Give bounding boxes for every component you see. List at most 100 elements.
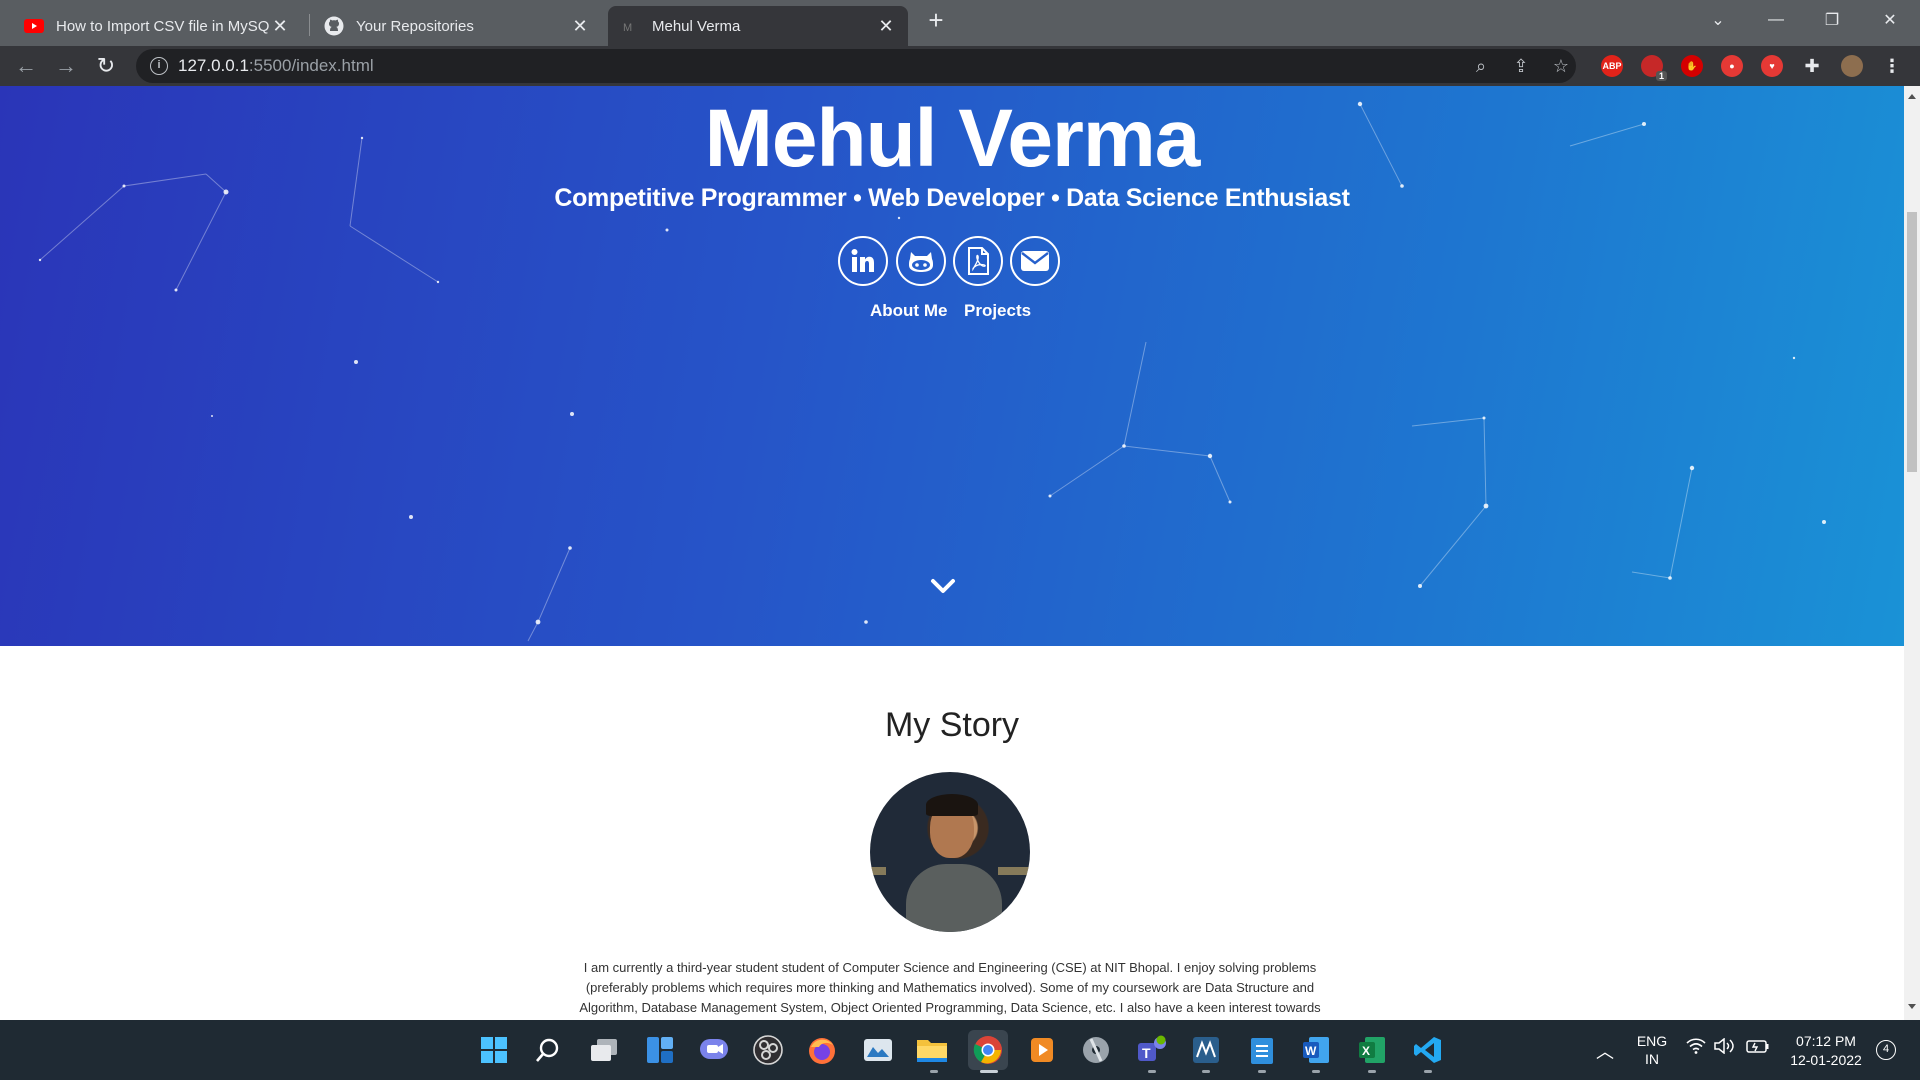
excel-icon[interactable]: X [1352,1030,1392,1070]
tab-title: How to Import CSV file in MySQL [56,17,270,35]
minimize-button[interactable]: — [1748,0,1804,40]
resume-button[interactable] [953,236,1003,286]
language-code: ENG [1636,1033,1668,1049]
youtube-heart-icon[interactable]: ♥ [1761,55,1783,77]
word-icon[interactable]: W [1296,1030,1336,1070]
region-code: IN [1645,1051,1659,1067]
svg-text:X: X [1362,1044,1370,1058]
tab-youtube[interactable]: How to Import CSV file in MySQL ✕ [12,6,302,46]
browser-toolbar: ← → ↻ i 127.0.0.1:5500/index.html ⌕ ⇪ ☆ … [0,46,1920,86]
firefox-icon[interactable] [802,1030,842,1070]
tab-title: Your Repositories [356,17,474,35]
clock[interactable]: 07:12 PM 12-01-2022 [1780,1032,1872,1070]
close-icon[interactable]: ✕ [270,16,290,36]
new-tab-button[interactable]: + [922,6,950,34]
adblock-icon[interactable]: 1 [1641,55,1667,81]
menu-kebab-icon[interactable]: ⋮ [1881,55,1903,77]
tab-search-icon[interactable]: ⌄ [1690,0,1746,40]
about-me-link[interactable]: About Me [870,301,947,321]
wifi-icon[interactable] [1686,1038,1706,1057]
clock-time: 07:12 PM [1796,1033,1856,1049]
email-icon [1021,251,1049,271]
page-icon: M [620,16,640,36]
restore-button[interactable]: ❐ [1804,0,1860,40]
scrollbar-thumb[interactable] [1907,212,1917,472]
teams-chat-icon[interactable] [694,1030,734,1070]
start-windows-icon[interactable] [474,1030,514,1070]
extensions-puzzle-icon[interactable]: ✚ [1801,55,1823,77]
photos-icon[interactable] [858,1030,898,1070]
disc-app-icon[interactable] [1076,1030,1116,1070]
obs-icon[interactable] [748,1030,788,1070]
address-bar[interactable]: i 127.0.0.1:5500/index.html ⌕ ⇪ ☆ [136,49,1576,83]
mysql-workbench-icon[interactable] [1186,1030,1226,1070]
running-indicator [980,1070,998,1073]
bookmark-star-icon[interactable]: ☆ [1550,55,1572,77]
scroll-up-arrow-icon[interactable] [1908,94,1916,99]
extension-badge: 1 [1655,71,1667,81]
hero-name: Mehul Verma [704,93,1201,184]
windows-taskbar: T W X ︿ ENG IN 07:12 PM 12-01-2022 4 [0,1020,1920,1080]
scroll-down-arrow-icon[interactable] [1908,1004,1916,1009]
projects-link[interactable]: Projects [964,301,1031,321]
profile-photo [870,772,1030,932]
battery-icon[interactable] [1746,1038,1770,1057]
svg-text:M: M [623,22,632,34]
clock-date: 12-01-2022 [1790,1052,1862,1068]
story-text: I am currently a third-year student stud… [579,960,1321,1015]
profile-avatar[interactable] [1841,55,1863,77]
email-button[interactable] [1010,236,1060,286]
notification-badge[interactable]: 4 [1876,1040,1896,1060]
running-indicator [1368,1070,1376,1073]
running-indicator [1424,1070,1432,1073]
adblock-plus-icon[interactable]: ABP [1601,55,1623,77]
url-text[interactable]: 127.0.0.1:5500/index.html [178,56,374,76]
back-button[interactable]: ← [10,50,42,82]
page-scrollbar[interactable] [1904,86,1920,1020]
running-indicator [1312,1070,1320,1073]
zoom-icon[interactable]: ⌕ [1470,55,1492,77]
widgets-icon[interactable] [640,1030,680,1070]
language-indicator[interactable]: ENG IN [1630,1032,1674,1068]
search-icon[interactable] [528,1030,568,1070]
chrome-icon[interactable] [968,1030,1008,1070]
tab-title: Mehul Verma [652,17,741,35]
running-indicator [930,1070,938,1073]
teams-icon[interactable]: T [1132,1030,1172,1070]
tab-mehul-verma[interactable]: M Mehul Verma ✕ [608,6,908,46]
browser-tab-bar: How to Import CSV file in MySQL ✕ Your R… [0,0,1920,46]
forward-button[interactable]: → [50,50,82,82]
scroll-down-chevron-icon[interactable] [928,576,958,596]
vscode-icon[interactable] [1408,1030,1448,1070]
hand-blocker-icon[interactable]: ✋ [1681,55,1703,77]
github-icon [324,16,344,36]
close-icon[interactable]: ✕ [876,16,896,36]
close-icon[interactable]: ✕ [570,16,590,36]
tab-github[interactable]: Your Repositories ✕ [312,6,602,46]
site-info-icon[interactable]: i [150,57,168,75]
running-indicator [1258,1070,1266,1073]
record-icon[interactable]: ● [1721,55,1743,77]
volume-icon[interactable] [1714,1037,1736,1057]
share-icon[interactable]: ⇪ [1510,55,1532,77]
github-icon [909,252,933,272]
svg-text:W: W [1305,1044,1317,1058]
reload-button[interactable]: ↻ [90,50,122,82]
tab-divider [309,14,310,36]
close-window-button[interactable]: ✕ [1862,0,1918,40]
media-player-icon[interactable] [1022,1030,1062,1070]
page-viewport: Mehul Verma Competitive Programmer • Web… [0,86,1904,1020]
task-view-icon[interactable] [584,1030,624,1070]
hero-subtitle: Competitive Programmer • Web Developer •… [554,184,1350,212]
notepad-icon[interactable] [1242,1030,1282,1070]
svg-text:T: T [1142,1045,1151,1061]
pdf-resume-icon [968,247,989,275]
linkedin-button[interactable] [838,236,888,286]
file-explorer-icon[interactable] [912,1030,952,1070]
linkedin-icon [851,249,874,272]
show-hidden-icons-chevron-icon[interactable]: ︿ [1596,1038,1614,1064]
running-indicator [1202,1070,1210,1073]
hero-section: Mehul Verma Competitive Programmer • Web… [0,86,1904,646]
running-indicator [1148,1070,1156,1073]
github-button[interactable] [896,236,946,286]
